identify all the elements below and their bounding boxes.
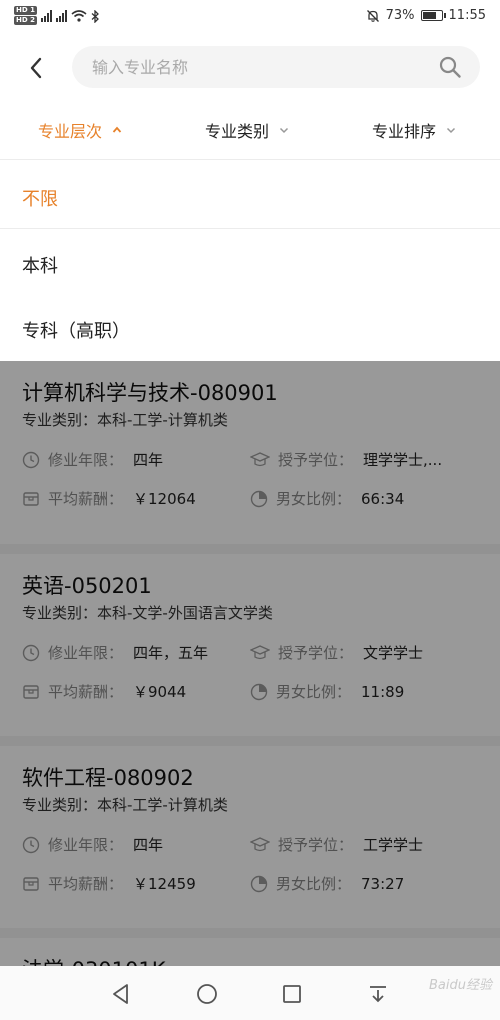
search-input[interactable] (92, 46, 412, 88)
dropdown-option-vocational[interactable]: 专科（高职） (22, 317, 130, 343)
sim-tags: HD 1 HD 2 (14, 6, 37, 26)
status-bar: HD 1 HD 2 73% 11:55 (0, 0, 500, 34)
watermark: Baidu经验 (429, 978, 492, 993)
search-box[interactable] (72, 46, 480, 88)
divider (0, 228, 500, 229)
mute-bell-icon (366, 9, 379, 22)
wifi-icon (71, 10, 87, 22)
bluetooth-icon (91, 9, 99, 23)
level-dropdown: 不限 本科 专科（高职） (0, 161, 500, 361)
battery-fill (422, 12, 436, 19)
search-icon[interactable] (438, 55, 462, 79)
signal-icon (40, 10, 52, 22)
chevron-down-icon (279, 127, 289, 134)
filter-tab-sort[interactable]: 专业排序 (372, 118, 456, 142)
system-nav-bar: Baidu经验 (0, 966, 500, 1020)
sim-tag-2: HD 2 (14, 16, 37, 25)
filter-tab-category[interactable]: 专业类别 (205, 118, 289, 142)
search-header (0, 44, 500, 90)
filter-bar: 专业层次 专业类别 专业排序 (0, 104, 500, 160)
nav-recent-icon[interactable] (280, 982, 304, 1006)
status-left: HD 1 HD 2 (14, 6, 100, 26)
chevron-down-icon (446, 127, 456, 134)
nav-notification-icon[interactable] (366, 982, 390, 1006)
nav-home-icon[interactable] (195, 982, 219, 1006)
signal-icon-2 (55, 10, 67, 22)
back-button[interactable] (20, 52, 52, 84)
filter-tab-label: 专业排序 (372, 122, 437, 141)
dropdown-option-unlimited[interactable]: 不限 (22, 185, 58, 211)
sim-tag-1: HD 1 (14, 6, 37, 15)
filter-tab-level[interactable]: 专业层次 (38, 118, 122, 142)
chevron-up-icon (112, 126, 122, 133)
chevron-left-icon (30, 57, 42, 79)
filter-tab-label: 专业类别 (205, 122, 270, 141)
status-right: 73% 11:55 (366, 8, 486, 23)
dropdown-option-bachelor[interactable]: 本科 (22, 252, 58, 278)
nav-back-icon[interactable] (109, 982, 133, 1006)
filter-tab-label: 专业层次 (38, 122, 103, 141)
dim-overlay[interactable] (0, 361, 500, 966)
battery-icon (420, 10, 446, 21)
clock: 11:55 (448, 8, 486, 23)
battery-percent: 73% (385, 8, 415, 23)
